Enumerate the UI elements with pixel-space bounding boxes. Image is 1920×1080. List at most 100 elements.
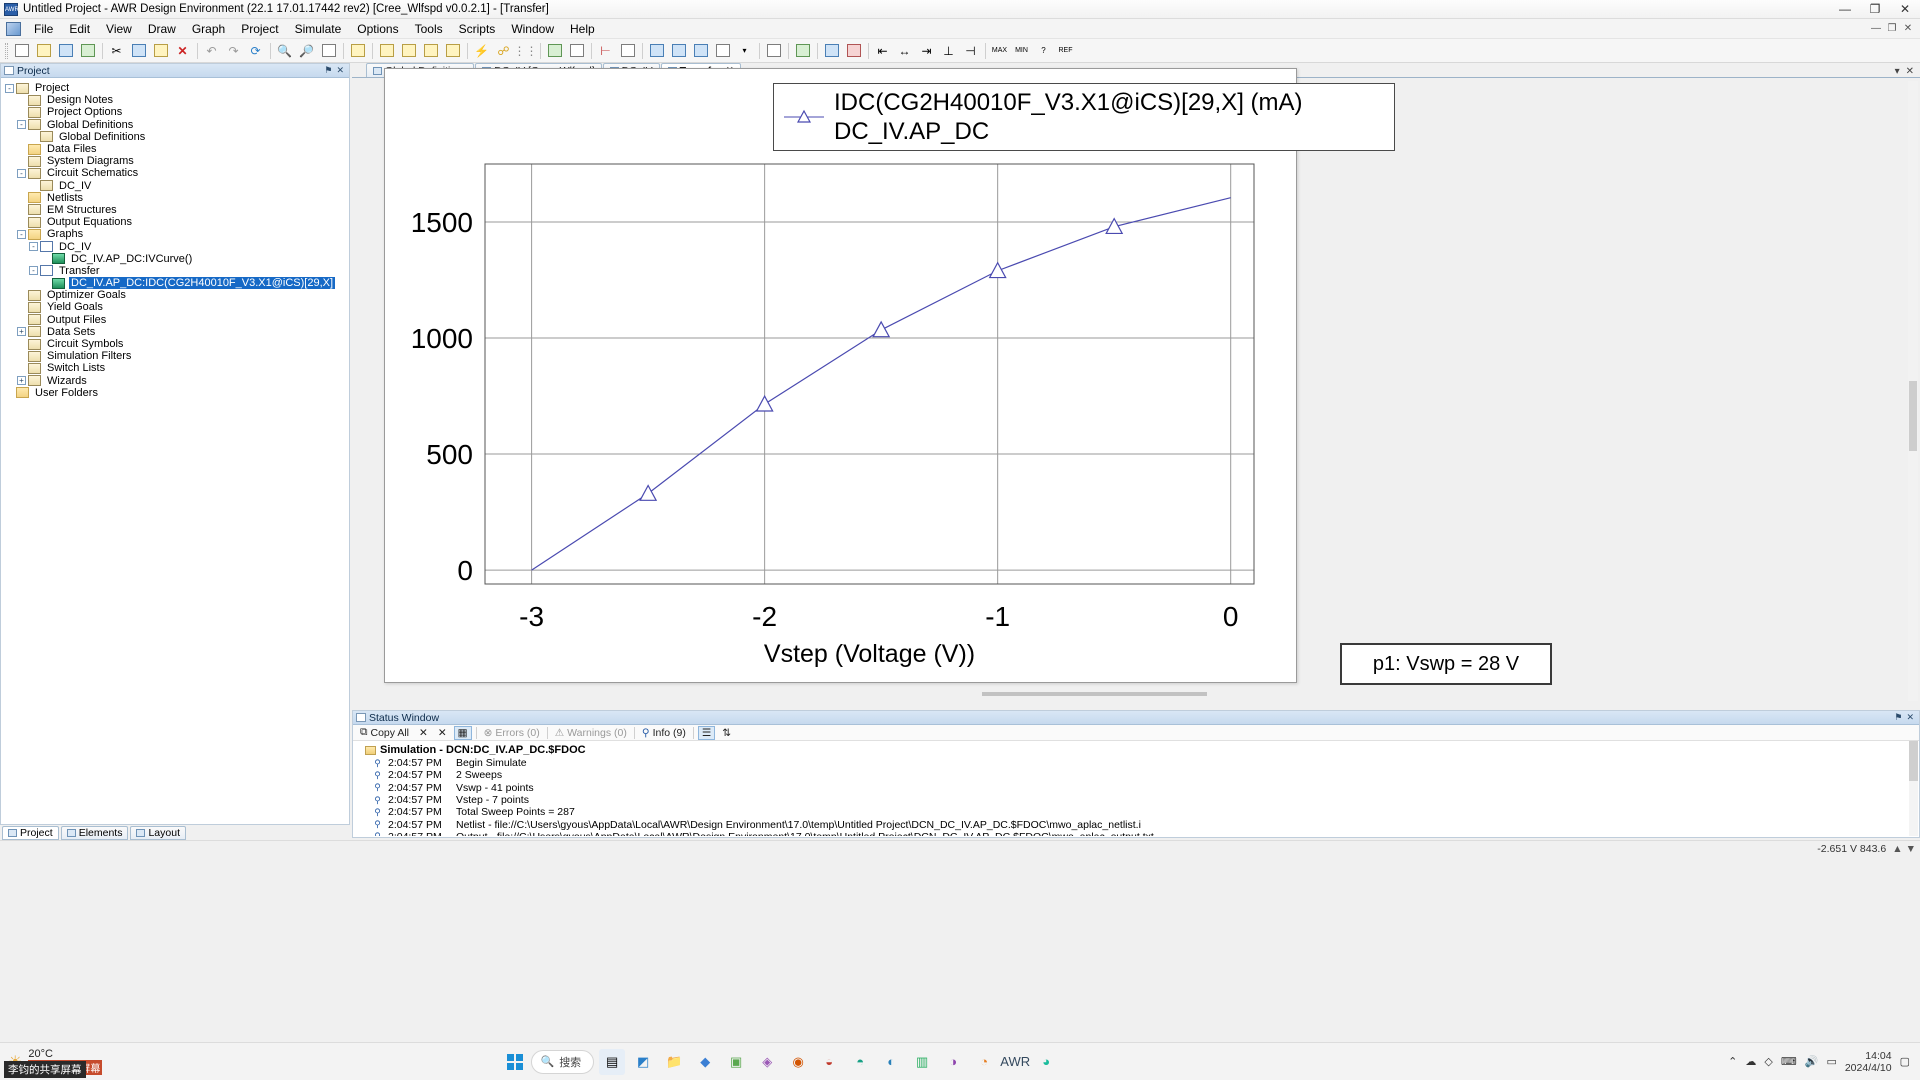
tree-item[interactable]: - Global Definitions — [5, 119, 349, 131]
add-output-icon[interactable] — [442, 41, 463, 61]
scroll-down-icon[interactable]: ▼ — [1906, 843, 1916, 855]
status-group-header[interactable]: Simulation - DCN:DC_IV.AP_DC.$FDOC — [357, 743, 1919, 757]
tray-volume-icon[interactable]: 🔊 — [1805, 1055, 1819, 1068]
tree-item[interactable]: User Folders — [5, 387, 349, 399]
app5-icon[interactable]: ◒ — [816, 1049, 842, 1075]
tree-item[interactable]: Yield Goals — [5, 301, 349, 313]
minimize-button[interactable]: — — [1830, 0, 1860, 19]
tree-item[interactable]: Data Files — [5, 143, 349, 155]
filter-icon[interactable]: ▦ — [453, 725, 472, 740]
tree-item[interactable]: - Graphs — [5, 228, 349, 240]
dropdown-icon[interactable]: ▾ — [734, 41, 755, 61]
widgets-icon[interactable]: ◩ — [630, 1049, 656, 1075]
zoom-out-icon[interactable]: 🔎 — [296, 41, 317, 61]
add-graph-icon[interactable] — [376, 41, 397, 61]
status-message-row[interactable]: ⚲ 2:04:57 PM Begin Simulate — [357, 757, 1919, 769]
status-message-row[interactable]: ⚲ 2:04:57 PM 2 Sweeps — [357, 769, 1919, 781]
zoom-fit-icon[interactable] — [318, 41, 339, 61]
status-scroll-arrows[interactable]: ▲ ▼ — [1892, 843, 1920, 855]
collapse-icon[interactable]: - — [17, 168, 26, 178]
layout-icon[interactable] — [763, 41, 784, 61]
em-extract-icon[interactable] — [792, 41, 813, 61]
tree-item[interactable]: DC_IV.AP_DC:IDC(CG2H40010F_V3.X1@iCS)[29… — [5, 277, 349, 290]
tray-onedrive-icon[interactable]: ◇ — [1764, 1055, 1772, 1068]
paste-icon[interactable] — [150, 41, 171, 61]
copy-all-button[interactable]: ⧉ Copy All — [357, 726, 412, 739]
status-pin-icon[interactable]: ⚑ — [1894, 712, 1902, 723]
workspace-scroll-thumb[interactable] — [1909, 381, 1917, 451]
pin-icon[interactable]: ⚑ — [324, 65, 332, 76]
save-icon[interactable] — [55, 41, 76, 61]
cut-icon[interactable]: ✂ — [106, 41, 127, 61]
tree-item[interactable]: - Transfer — [5, 265, 349, 277]
expand-icon[interactable]: + — [17, 376, 26, 386]
tree-item[interactable]: Design Notes — [5, 94, 349, 106]
taskview-icon[interactable]: ▤ — [599, 1048, 626, 1075]
menu-window[interactable]: Window — [503, 20, 562, 38]
tree-item[interactable]: DC_IV.AP_DC:IVCurve() — [5, 253, 349, 265]
align-left-icon[interactable]: ⇤ — [872, 41, 893, 61]
menu-scripts[interactable]: Scripts — [451, 20, 504, 38]
sort-icon[interactable]: ⇅ — [719, 727, 734, 739]
tree-item[interactable]: Circuit Symbols — [5, 338, 349, 350]
menu-project[interactable]: Project — [233, 20, 286, 38]
clear-all-button[interactable]: ✕ — [435, 727, 450, 739]
status-scroll-thumb[interactable] — [1909, 741, 1918, 781]
scroll-up-icon[interactable]: ▲ — [1892, 843, 1902, 855]
menu-help[interactable]: Help — [562, 20, 603, 38]
copy-icon[interactable] — [128, 41, 149, 61]
tree-item[interactable]: - Circuit Schematics — [5, 167, 349, 179]
menu-view[interactable]: View — [98, 20, 140, 38]
sweep-icon[interactable] — [646, 41, 667, 61]
warnings-filter[interactable]: ⚠ Warnings (0) — [552, 727, 630, 739]
zoom-in-icon[interactable]: 🔍 — [274, 41, 295, 61]
doc-minimize-button[interactable]: — — [1868, 23, 1884, 34]
workspace-dropdown-icon[interactable]: ▾ — [1895, 66, 1900, 77]
menu-edit[interactable]: Edit — [61, 20, 98, 38]
project-tree[interactable]: - Project Design Notes Project Options - Glob… — [1, 78, 349, 808]
optimize-icon[interactable]: ⋮⋮ — [514, 41, 538, 61]
taskbar-search[interactable]: 🔍 搜索 — [531, 1049, 595, 1074]
chart-legend[interactable]: IDC(CG2H40010F_V3.X1@iCS)[29,X] (mA) DC_… — [773, 83, 1395, 151]
tree-item[interactable]: Output Equations — [5, 216, 349, 228]
toolbar-grip[interactable] — [5, 42, 8, 59]
tray-expand-icon[interactable]: ⌃ — [1728, 1055, 1737, 1068]
sweep2-icon[interactable] — [668, 41, 689, 61]
explorer-icon[interactable]: 📁 — [661, 1049, 687, 1075]
port-in-icon[interactable] — [821, 41, 842, 61]
max-marker-icon[interactable]: MAX — [989, 41, 1010, 61]
delete-icon[interactable]: ✕ — [172, 41, 193, 61]
tree-item[interactable]: Netlists — [5, 192, 349, 204]
tree-item[interactable]: DC_IV — [5, 180, 349, 192]
status-message-row[interactable]: ⚲ 2:04:57 PM Netlist - file://C:\Users\gyo… — [357, 818, 1919, 831]
group-icon[interactable]: ☰ — [697, 725, 716, 740]
tab-layout[interactable]: Layout — [130, 825, 186, 840]
close-panel-icon[interactable]: ✕ — [336, 65, 344, 76]
add-annotation-icon[interactable] — [420, 41, 441, 61]
tray-battery-icon[interactable]: ▭ — [1826, 1055, 1836, 1068]
tray-cloud-icon[interactable]: ☁ — [1745, 1055, 1756, 1068]
workspace-close-icon[interactable]: ✕ — [1906, 66, 1914, 77]
app8-icon[interactable]: ▥ — [909, 1049, 935, 1075]
app2-icon[interactable]: ▣ — [723, 1049, 749, 1075]
info-filter[interactable]: ⚲ Info (9) — [639, 727, 689, 739]
new-schematic-icon[interactable] — [347, 41, 368, 61]
app9-icon[interactable]: ◑ — [940, 1049, 966, 1075]
status-close-icon[interactable]: ✕ — [1906, 712, 1914, 723]
close-button[interactable]: ✕ — [1890, 0, 1920, 19]
maximize-button[interactable]: ❐ — [1860, 0, 1890, 19]
app1-icon[interactable]: ◆ — [692, 1049, 718, 1075]
collapse-icon[interactable]: - — [5, 83, 14, 93]
menu-simulate[interactable]: Simulate — [287, 20, 350, 38]
chart-icon[interactable] — [712, 41, 733, 61]
tree-item[interactable]: Switch Lists — [5, 362, 349, 374]
new-icon[interactable] — [11, 41, 32, 61]
tree-item[interactable]: - Project — [5, 82, 349, 94]
tab-elements[interactable]: Elements — [60, 825, 129, 840]
marker-add-icon[interactable]: ⊢ — [595, 41, 616, 61]
refresh-icon[interactable]: ⟳ — [245, 41, 266, 61]
p1-annotation[interactable]: p1: Vswp = 28 V — [1340, 643, 1552, 685]
tune-icon[interactable]: ☍ — [493, 41, 514, 61]
browser-icon[interactable]: ◕ — [1033, 1049, 1059, 1075]
tree-item[interactable]: Optimizer Goals — [5, 289, 349, 301]
